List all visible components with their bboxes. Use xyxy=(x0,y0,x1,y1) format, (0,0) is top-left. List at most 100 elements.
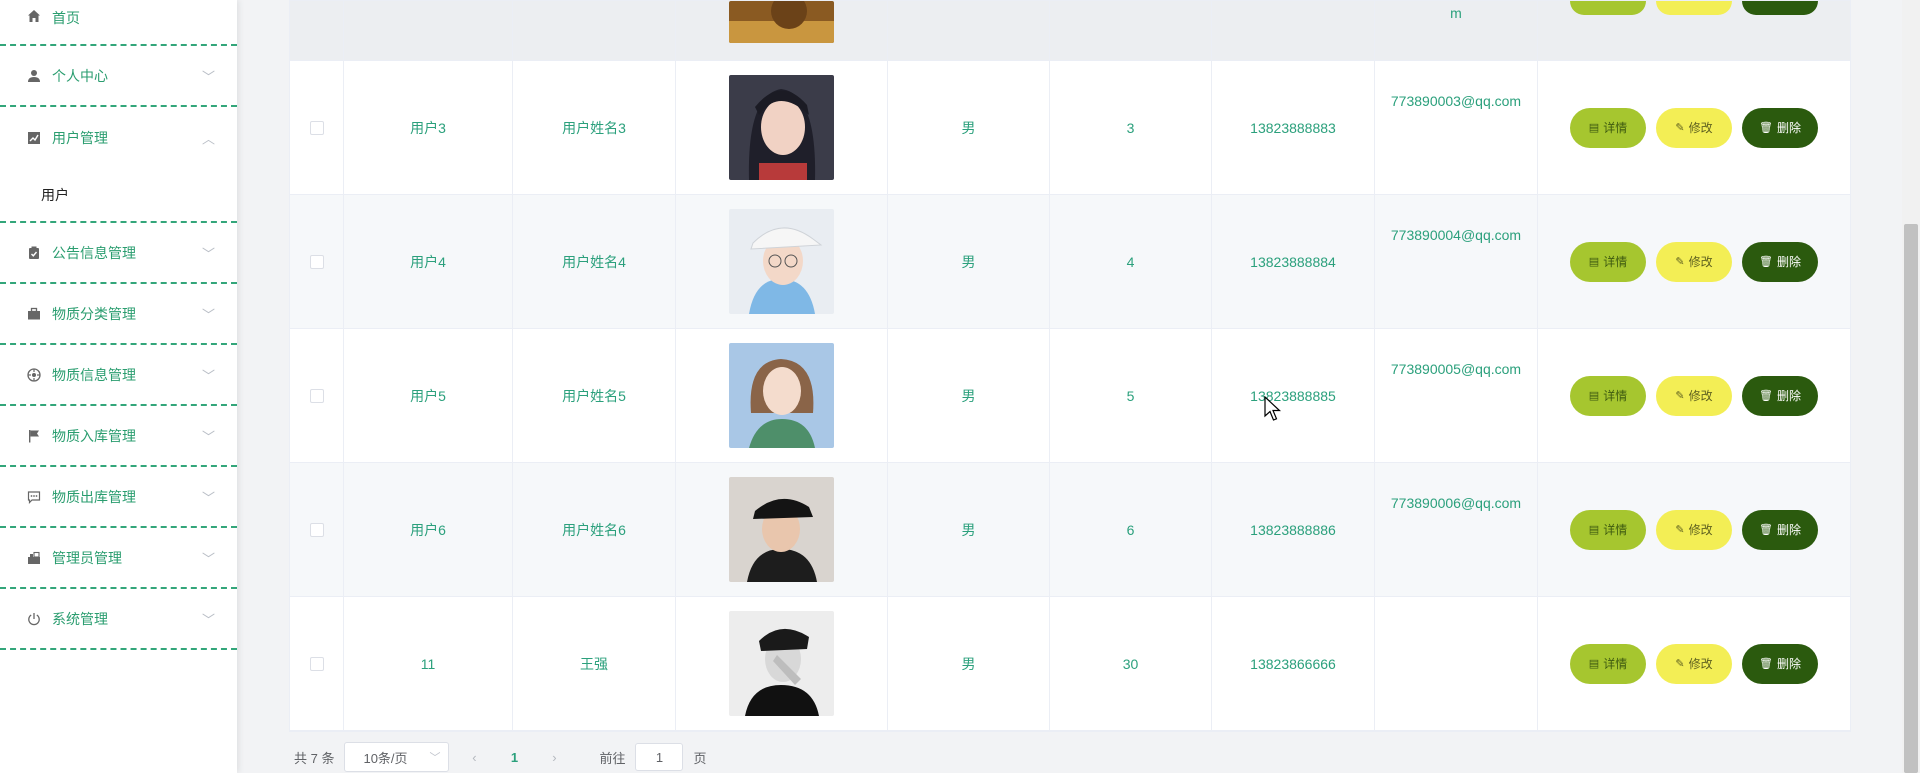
row-checkbox[interactable] xyxy=(309,120,324,135)
chevron-down-icon: ﹀ xyxy=(201,307,215,322)
user-avatar xyxy=(729,343,834,448)
name-cell: 用户姓名4 xyxy=(513,195,676,328)
ops-cell xyxy=(1538,1,1850,60)
stack-icon xyxy=(26,550,42,566)
sidebar-item-admin-management[interactable]: 管理员管理 ﹀ xyxy=(0,528,237,589)
table-row-partial: m xyxy=(290,0,1850,61)
detail-button[interactable] xyxy=(1570,1,1646,15)
account-cell: 用户3 xyxy=(344,61,513,194)
sidebar-item-material-info[interactable]: 物质信息管理 ﹀ xyxy=(0,345,237,406)
detail-button[interactable]: ▤ 详情 xyxy=(1570,509,1646,550)
chevron-down-icon: ﹀ xyxy=(201,551,215,566)
trash-icon: 🗑 xyxy=(1759,390,1773,402)
detail-button[interactable]: ▤ 详情 xyxy=(1570,375,1646,416)
user-avatar xyxy=(729,611,834,716)
pencil-icon: ✎ xyxy=(1675,524,1685,536)
flag-icon xyxy=(26,428,42,444)
sidebar-subitem-users[interactable]: 用户 xyxy=(0,168,237,221)
page-size-select[interactable]: 10条/页 ﹀ xyxy=(344,742,450,772)
table-row: 用户3 用户姓名3 男 3 13823888883 773890003@qq.c… xyxy=(290,61,1850,195)
email-cell: 773890006@qq.com xyxy=(1375,463,1538,596)
total-count: 共 7 条 xyxy=(294,750,335,766)
avatar-cell xyxy=(676,195,888,328)
row-checkbox[interactable] xyxy=(309,388,324,403)
pencil-icon: ✎ xyxy=(1675,658,1685,670)
delete-button[interactable]: 🗑 删除 xyxy=(1742,643,1818,684)
edit-button[interactable]: ✎ 修改 xyxy=(1656,241,1732,282)
sidebar-item-label: 物质入库管理 xyxy=(52,427,136,444)
document-icon: ▤ xyxy=(1588,256,1600,268)
page-number[interactable]: 1 xyxy=(499,750,529,765)
sidebar-group-user-management: 用户管理 ︿ 用户 xyxy=(0,107,237,223)
chevron-down-icon: ﹀ xyxy=(201,246,215,261)
email-cell: 773890003@qq.com xyxy=(1375,61,1538,194)
row-checkbox-cell xyxy=(290,329,344,462)
chevron-down-icon: ﹀ xyxy=(201,69,215,84)
chevron-down-icon: ﹀ xyxy=(429,752,441,764)
row-checkbox-cell xyxy=(290,597,344,730)
sidebar-item-label: 管理员管理 xyxy=(52,549,122,566)
ops-cell: ▤ 详情 ✎ 修改 🗑 删除 xyxy=(1538,195,1850,328)
table-row: 用户5 用户姓名5 男 5 13823888885 773890005@qq.c… xyxy=(290,329,1850,463)
pencil-icon: ✎ xyxy=(1675,390,1685,402)
sidebar-item-home[interactable]: 首页 ﹀ xyxy=(0,0,237,46)
phone-cell: 13823888883 xyxy=(1212,61,1375,194)
user-table: m 用户3 用户姓名3 男 3 13823888883 773890003@qq… xyxy=(289,0,1851,732)
chevron-up-icon: ︿ xyxy=(201,131,215,146)
scrollbar-track[interactable] xyxy=(1902,0,1920,773)
delete-button[interactable]: 🗑 删除 xyxy=(1742,241,1818,282)
sidebar-item-label: 公告信息管理 xyxy=(52,244,136,261)
row-checkbox[interactable] xyxy=(309,522,324,537)
detail-button[interactable]: ▤ 详情 xyxy=(1570,643,1646,684)
sidebar-item-material-category[interactable]: 物质分类管理 ﹀ xyxy=(0,284,237,345)
avatar-cell xyxy=(676,61,888,194)
delete-button[interactable] xyxy=(1742,1,1818,15)
sex-cell: 男 xyxy=(888,195,1050,328)
name-cell: 用户姓名5 xyxy=(513,329,676,462)
compass-icon xyxy=(26,367,42,383)
goto-label: 前往 xyxy=(599,750,626,766)
sidebar-item-announcements[interactable]: 公告信息管理 ﹀ xyxy=(0,223,237,284)
phone-cell: 13823888884 xyxy=(1212,195,1375,328)
edit-button[interactable]: ✎ 修改 xyxy=(1656,107,1732,148)
detail-button[interactable]: ▤ 详情 xyxy=(1570,107,1646,148)
ops-cell: ▤ 详情 ✎ 修改 🗑 删除 xyxy=(1538,329,1850,462)
sex-cell: 男 xyxy=(888,61,1050,194)
edit-button[interactable]: ✎ 修改 xyxy=(1656,509,1732,550)
sidebar: 首页 ﹀ 个人中心 ﹀ 用户管理 ︿ 用户 公告信息管理 ﹀ 物质分类管 xyxy=(0,0,237,773)
row-checkbox[interactable] xyxy=(309,254,324,269)
next-page-button[interactable]: › xyxy=(539,750,569,765)
detail-button[interactable]: ▤ 详情 xyxy=(1570,241,1646,282)
sidebar-item-label: 个人中心 xyxy=(52,67,108,84)
scrollbar-thumb[interactable] xyxy=(1904,224,1918,773)
edit-button[interactable]: ✎ 修改 xyxy=(1656,375,1732,416)
delete-button[interactable]: 🗑 删除 xyxy=(1742,509,1818,550)
trash-icon: 🗑 xyxy=(1759,122,1773,134)
sex-cell: 男 xyxy=(888,597,1050,730)
sidebar-item-profile[interactable]: 个人中心 ﹀ xyxy=(0,46,237,107)
pencil-icon: ✎ xyxy=(1675,256,1685,268)
delete-button[interactable]: 🗑 删除 xyxy=(1742,375,1818,416)
user-avatar xyxy=(729,477,834,582)
pencil-icon: ✎ xyxy=(1675,122,1685,134)
avatar-cell xyxy=(676,0,888,60)
trash-icon: 🗑 xyxy=(1759,524,1773,536)
sidebar-item-material-inbound[interactable]: 物质入库管理 ﹀ xyxy=(0,406,237,467)
delete-button[interactable]: 🗑 删除 xyxy=(1742,107,1818,148)
user-avatar xyxy=(729,75,834,180)
sidebar-item-user-management[interactable]: 用户管理 ︿ xyxy=(0,107,237,168)
edit-button[interactable] xyxy=(1656,1,1732,15)
prev-page-button[interactable]: ‹ xyxy=(459,750,489,765)
sex-cell: 男 xyxy=(888,463,1050,596)
account-cell: 用户6 xyxy=(344,463,513,596)
edit-button[interactable]: ✎ 修改 xyxy=(1656,643,1732,684)
row-checkbox[interactable] xyxy=(309,656,324,671)
sidebar-item-system-management[interactable]: 系统管理 ﹀ xyxy=(0,589,237,650)
briefcase-icon xyxy=(26,306,42,322)
sidebar-item-label: 物质信息管理 xyxy=(52,366,136,383)
pagination: 共 7 条 10条/页 ﹀ ‹ 1 › 前往 1 页 xyxy=(294,742,707,772)
sidebar-item-material-outbound[interactable]: 物质出库管理 ﹀ xyxy=(0,467,237,528)
age-cell: 4 xyxy=(1050,195,1212,328)
email-cell xyxy=(1375,597,1538,730)
goto-page-input[interactable]: 1 xyxy=(635,743,684,771)
